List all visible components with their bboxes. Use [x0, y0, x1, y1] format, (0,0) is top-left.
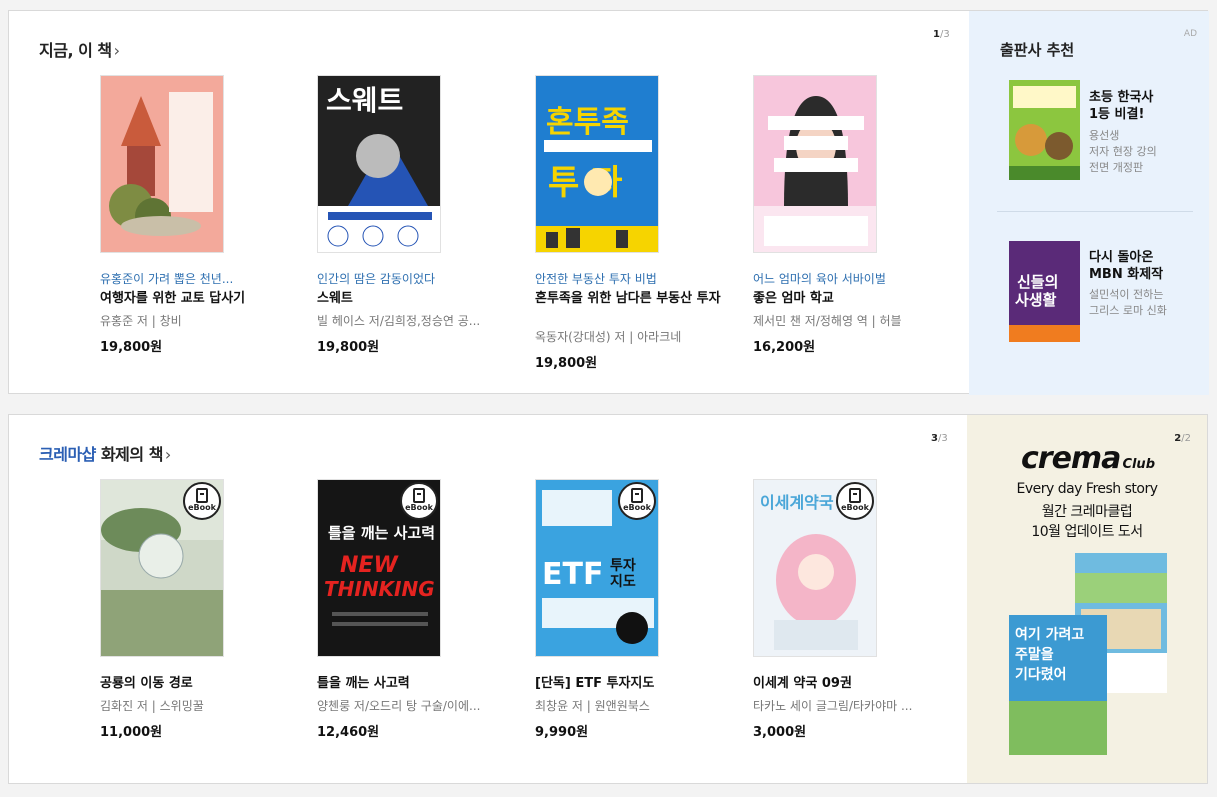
- ebook-icon: [196, 488, 208, 503]
- ad-item-sub: 설민석이 전하는 그리스 로마 신화: [1089, 288, 1167, 317]
- ebook-badge: eBook: [183, 482, 221, 520]
- book-hook[interactable]: 어느 엄마의 육아 서바이벌: [753, 270, 886, 287]
- pager: 1/3: [933, 29, 950, 40]
- book-hook[interactable]: 인간의 땀은 감동이었다: [317, 270, 435, 287]
- crema-book-front: 여기 가려고 주말을 기다렸어: [1009, 615, 1107, 755]
- book-price: 19,800원: [317, 340, 380, 355]
- book-cover[interactable]: [100, 75, 224, 253]
- svg-text:주말을: 주말을: [1015, 647, 1054, 663]
- chevron-right-icon: ›: [113, 41, 120, 60]
- svg-text:신들의: 신들의: [1017, 273, 1058, 291]
- crema-subtitle: 월간 크레마클럽: [1041, 504, 1133, 520]
- ad-tag: AD: [1183, 29, 1197, 39]
- svg-text:여기 가려고: 여기 가려고: [1015, 626, 1084, 643]
- section-title-crema-shop[interactable]: 크레마샵 화제의 책 ›: [39, 441, 171, 465]
- book-hook[interactable]: 유홍준이 가려 뽑은 천년...: [100, 270, 233, 287]
- svg-text:이세계약국: 이세계약국: [760, 493, 834, 512]
- book-title[interactable]: 혼투족을 위한 남다른 부동산 투자: [535, 290, 733, 307]
- ebook-icon: [631, 488, 643, 503]
- svg-text:THINKING: THINKING: [324, 577, 435, 601]
- book-price: 3,000원: [753, 725, 807, 740]
- book-meta: 최창윤 저 | 원앤원북스: [535, 699, 650, 713]
- ad-title: 출판사 추천: [1000, 41, 1075, 59]
- book-cover[interactable]: ETF 투자 지도 eBook: [535, 479, 659, 657]
- svg-text:혼투족: 혼투족: [546, 105, 629, 140]
- book-title[interactable]: 틀을 깨는 사고력: [317, 675, 515, 692]
- book-meta: 타카노 세이 글그림/타카야마 ...: [753, 699, 913, 713]
- book-title[interactable]: 공룡의 이동 경로: [100, 675, 298, 692]
- book-meta: 김화진 저 | 스위밍꿀: [100, 699, 204, 713]
- crema-shop-panel: 크레마샵 화제의 책 › 3/3 eBook 공룡의 이동 경로 김화진 저 | …: [8, 414, 1208, 784]
- book-title[interactable]: [단독] ETF 투자지도: [535, 675, 733, 692]
- ebook-badge: eBook: [618, 482, 656, 520]
- book-title[interactable]: 좋은 엄마 학교: [753, 290, 951, 307]
- divider: [997, 211, 1193, 212]
- svg-text:투자: 투자: [610, 558, 636, 574]
- book-meta: 빌 헤이스 저/김희정,정승연 공...: [317, 314, 481, 328]
- crema-tagline: Every day Fresh story: [1016, 481, 1158, 497]
- book-price: 9,990원: [535, 725, 589, 740]
- pager: 2/2: [1174, 433, 1191, 444]
- book-cover[interactable]: 스웨트: [317, 75, 441, 253]
- crema-update: 10월 업데이트 도서: [1031, 524, 1143, 540]
- book-price: 11,000원: [100, 725, 163, 740]
- book-price: 16,200원: [753, 340, 816, 355]
- ebook-icon: [413, 488, 425, 503]
- chevron-right-icon: ›: [164, 445, 171, 464]
- book-hook[interactable]: 안전한 부동산 투자 비법: [535, 270, 657, 287]
- ad-item-title[interactable]: 다시 돌아온 MBN 화제작: [1089, 249, 1163, 283]
- svg-text:사생활: 사생활: [1015, 291, 1057, 309]
- publisher-recommend-ad[interactable]: 출판사 추천 AD 초등 한국사 1등 비결! 용선생 저자 현장 강의 전면 개정판…: [969, 11, 1209, 395]
- book-price: 12,460원: [317, 725, 380, 740]
- crema-club-logo: crema Club: [1021, 441, 1155, 476]
- svg-text:스웨트: 스웨트: [326, 84, 403, 117]
- book-cover[interactable]: [753, 75, 877, 253]
- book-price: 19,800원: [100, 340, 163, 355]
- book-meta: 양첸룽 저/오드리 탕 구술/이에...: [317, 699, 481, 713]
- ebook-badge: eBook: [836, 482, 874, 520]
- ad-book-cover[interactable]: [1009, 80, 1080, 180]
- book-title[interactable]: 이세계 약국 09권: [753, 675, 951, 692]
- book-meta: 제서민 챈 저/정해영 역 | 허블: [753, 314, 902, 328]
- crema-club-banner[interactable]: 2/2 crema Club Every day Fresh story 월간 크…: [967, 415, 1207, 783]
- ad-item-title[interactable]: 초등 한국사 1등 비결!: [1089, 89, 1153, 123]
- book-cover[interactable]: 이세계약국 eBook: [753, 479, 877, 657]
- book-cover[interactable]: eBook: [100, 479, 224, 657]
- now-this-book-panel: 지금, 이 책 › 1/3 유홍준이 가려 뽑은 천년... 여행자를 위한 교토…: [8, 10, 1209, 395]
- book-title[interactable]: 여행자를 위한 교토 답사기: [100, 290, 298, 307]
- svg-text:기다렸어: 기다렸어: [1015, 666, 1067, 683]
- book-cover[interactable]: 틀을 깨는 사고력 NEW THINKING eBook: [317, 479, 441, 657]
- ad-book-cover[interactable]: 신들의 사생활: [1009, 241, 1080, 342]
- ebook-badge: eBook: [400, 482, 438, 520]
- ad-item-sub: 용선생 저자 현장 강의 전면 개정판: [1089, 129, 1157, 174]
- svg-text:틀을 깨는 사고력: 틀을 깨는 사고력: [328, 524, 435, 542]
- book-price: 19,800원: [535, 356, 598, 371]
- book-cover[interactable]: 혼투족 투 자: [535, 75, 659, 253]
- section-title-now-this-book[interactable]: 지금, 이 책 ›: [39, 37, 120, 61]
- pager: 3/3: [931, 433, 948, 444]
- book-meta: 옥동자(강대성) 저 | 아라크네: [535, 330, 682, 344]
- book-meta: 유홍준 저 | 창비: [100, 314, 182, 328]
- svg-text:ETF: ETF: [542, 557, 603, 592]
- svg-text:NEW: NEW: [340, 553, 399, 578]
- book-title[interactable]: 스웨트: [317, 290, 515, 307]
- svg-text:지도: 지도: [610, 574, 636, 590]
- ebook-icon: [849, 488, 861, 503]
